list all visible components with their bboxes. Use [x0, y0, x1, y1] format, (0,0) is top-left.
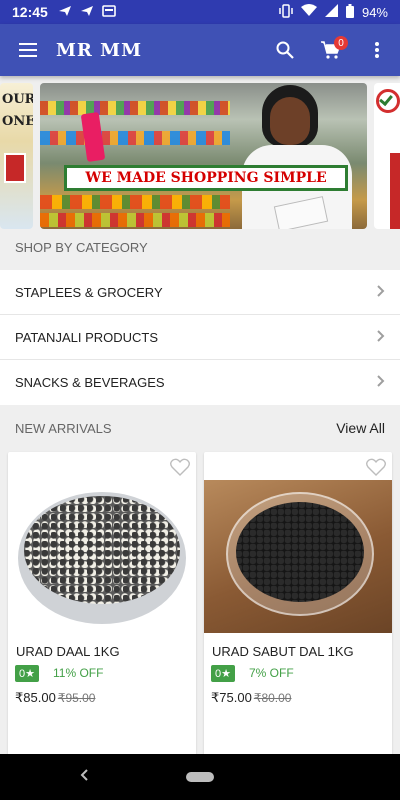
- vibrate-icon: [279, 3, 293, 21]
- chevron-right-icon: [377, 375, 385, 390]
- rating-badge: 0★: [211, 665, 235, 682]
- shelf-image: [40, 213, 230, 227]
- price-row: ₹85.00 ₹95.00: [15, 690, 95, 706]
- banner-carousel[interactable]: OUR ONE WE MADE SHOPPING SIMPLE: [0, 76, 400, 234]
- product-price: ₹75.00: [211, 690, 252, 705]
- banner-left-text: OUR ONE: [2, 92, 33, 129]
- chevron-right-icon: [377, 284, 385, 300]
- home-pill-icon[interactable]: [186, 772, 214, 782]
- app-title: MR MM: [56, 39, 142, 61]
- cart-count-badge: 0: [334, 36, 348, 50]
- category-list: STAPLEES & GROCERY PATANJALI PRODUCTS SN…: [0, 270, 400, 405]
- wifi-icon: [300, 4, 317, 20]
- product-image[interactable]: [204, 480, 392, 633]
- new-arrivals-title: NEW ARRIVALS: [15, 420, 112, 436]
- product-price: ₹85.00: [15, 690, 56, 705]
- banner-slide-next[interactable]: [374, 83, 400, 229]
- product-name: URAD SABUT DAL 1KG: [212, 644, 354, 659]
- category-label: SNACKS & BEVERAGES: [15, 375, 165, 390]
- discount-label: 11% OFF: [53, 666, 104, 680]
- search-icon: [276, 41, 294, 59]
- status-bar: 12:45 94%: [0, 0, 400, 24]
- shelf-image: [40, 131, 230, 145]
- battery-percent: 94%: [361, 4, 388, 20]
- product-mrp: ₹80.00: [253, 691, 292, 705]
- discount-label: 7% OFF: [249, 666, 294, 680]
- product-image[interactable]: [8, 480, 196, 633]
- new-arrivals-header: NEW ARRIVALS View All: [0, 411, 400, 445]
- category-section-title: SHOP BY CATEGORY: [15, 239, 148, 255]
- media-icon: [102, 4, 116, 20]
- menu-button[interactable]: [0, 24, 56, 76]
- more-options-button[interactable]: [354, 24, 400, 76]
- status-time: 12:45: [12, 4, 48, 20]
- wishlist-heart-icon[interactable]: [366, 458, 386, 481]
- product-pack-image: [4, 153, 26, 183]
- system-nav-bar: [0, 754, 400, 800]
- product-name: URAD DAAL 1KG: [16, 644, 120, 659]
- search-button[interactable]: [262, 24, 308, 76]
- product-bag-image: [80, 111, 106, 163]
- price-row: ₹75.00 ₹80.00: [211, 690, 291, 706]
- product-card[interactable]: URAD SABUT DAL 1KG 0★ 7% OFF ₹75.00 ₹80.0…: [204, 452, 392, 762]
- shelf-image: [40, 101, 230, 115]
- category-item-snacks-beverages[interactable]: SNACKS & BEVERAGES: [0, 360, 400, 405]
- product-card[interactable]: URAD DAAL 1KG 0★ 11% OFF ₹85.00 ₹95.00: [8, 452, 196, 762]
- more-vert-icon: [375, 42, 379, 58]
- category-label: PATANJALI PRODUCTS: [15, 329, 159, 345]
- send-icon: [80, 4, 94, 20]
- rating-badge: 0★: [15, 665, 39, 682]
- signal-icon: [324, 4, 338, 20]
- shopper-image: [236, 83, 367, 229]
- shelf-image: [40, 195, 230, 209]
- wishlist-heart-icon[interactable]: [170, 458, 190, 481]
- product-mrp: ₹95.00: [57, 691, 96, 705]
- back-icon[interactable]: [80, 768, 90, 786]
- view-all-link[interactable]: View All: [336, 420, 385, 436]
- banner-slide-current[interactable]: WE MADE SHOPPING SIMPLE: [40, 83, 367, 229]
- cart-button[interactable]: 0: [308, 24, 354, 76]
- send-icon: [58, 4, 72, 20]
- category-label: STAPLEES & GROCERY: [15, 284, 163, 300]
- category-section-header: SHOP BY CATEGORY: [0, 230, 400, 264]
- category-item-staplees-grocery[interactable]: STAPLEES & GROCERY: [0, 270, 400, 315]
- battery-icon: [345, 3, 354, 21]
- banner-caption: WE MADE SHOPPING SIMPLE: [64, 165, 348, 191]
- chevron-right-icon: [377, 329, 385, 345]
- app-toolbar: MR MM 0: [0, 24, 400, 76]
- banner-slide-previous[interactable]: OUR ONE: [0, 83, 33, 229]
- category-item-patanjali-products[interactable]: PATANJALI PRODUCTS: [0, 315, 400, 360]
- menu-icon: [19, 43, 37, 57]
